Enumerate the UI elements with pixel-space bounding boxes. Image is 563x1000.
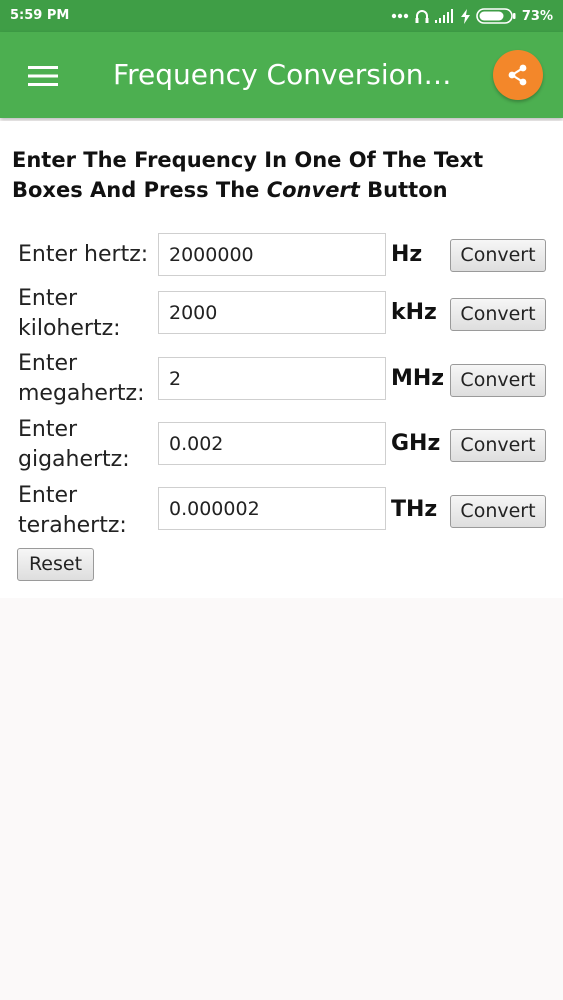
convert-terahertz-button[interactable]: Convert: [450, 495, 546, 528]
megahertz-label-line1: Enter: [18, 351, 78, 376]
terahertz-unit: THz: [391, 497, 438, 522]
app-bar: Frequency Conversion…: [0, 32, 563, 118]
instructions-heading: Enter The Frequency In One Of The Text B…: [12, 145, 557, 205]
terahertz-input[interactable]: [158, 487, 386, 530]
instructions-text-end: Button: [359, 178, 448, 202]
terahertz-label-line1: Enter: [18, 483, 78, 508]
kilohertz-unit: kHz: [391, 300, 437, 325]
share-icon: [508, 64, 527, 86]
convert-gigahertz-button[interactable]: Convert: [450, 429, 546, 462]
hamburger-menu-icon: [28, 66, 58, 86]
megahertz-label: Enter megahertz:: [18, 349, 145, 409]
megahertz-input[interactable]: [158, 357, 386, 400]
gigahertz-label-line2: gigahertz:: [18, 447, 130, 472]
hertz-unit: Hz: [391, 242, 423, 267]
hertz-label: Enter hertz:: [18, 240, 148, 270]
menu-button[interactable]: [18, 60, 68, 92]
charging-icon: [460, 8, 470, 24]
share-button[interactable]: [493, 50, 543, 100]
status-time: 5:59 PM: [10, 8, 70, 23]
signal-icon: [434, 9, 453, 23]
convert-megahertz-button[interactable]: Convert: [450, 364, 546, 397]
app-title: Frequency Conversion…: [113, 58, 452, 91]
hertz-label-line1: Enter hertz:: [18, 242, 149, 267]
instructions-emphasis: Convert: [266, 178, 360, 202]
kilohertz-label-line1: Enter: [18, 286, 78, 311]
convert-hertz-button[interactable]: Convert: [450, 239, 546, 272]
status-icons: 73%: [391, 6, 553, 26]
gigahertz-input[interactable]: [158, 422, 386, 465]
megahertz-label-line2: megahertz:: [18, 381, 145, 406]
more-dots-icon: [391, 13, 409, 19]
battery-icon: [476, 8, 516, 24]
kilohertz-label: Enter kilohertz:: [18, 284, 121, 344]
converter-panel: Enter The Frequency In One Of The Text B…: [0, 121, 563, 598]
reset-button[interactable]: Reset: [17, 548, 94, 581]
hertz-input[interactable]: [158, 233, 386, 276]
kilohertz-input[interactable]: [158, 291, 386, 334]
status-bar: 5:59 PM 73%: [0, 0, 563, 32]
megahertz-unit: MHz: [391, 366, 445, 391]
gigahertz-unit: GHz: [391, 431, 441, 456]
convert-kilohertz-button[interactable]: Convert: [450, 298, 546, 331]
headphones-icon: [415, 10, 429, 23]
gigahertz-label-line1: Enter: [18, 417, 78, 442]
terahertz-label-line2: terahertz:: [18, 513, 127, 538]
battery-percent: 73%: [521, 8, 553, 24]
terahertz-label: Enter terahertz:: [18, 481, 127, 541]
kilohertz-label-line2: kilohertz:: [18, 316, 121, 341]
gigahertz-label: Enter gigahertz:: [18, 415, 130, 475]
